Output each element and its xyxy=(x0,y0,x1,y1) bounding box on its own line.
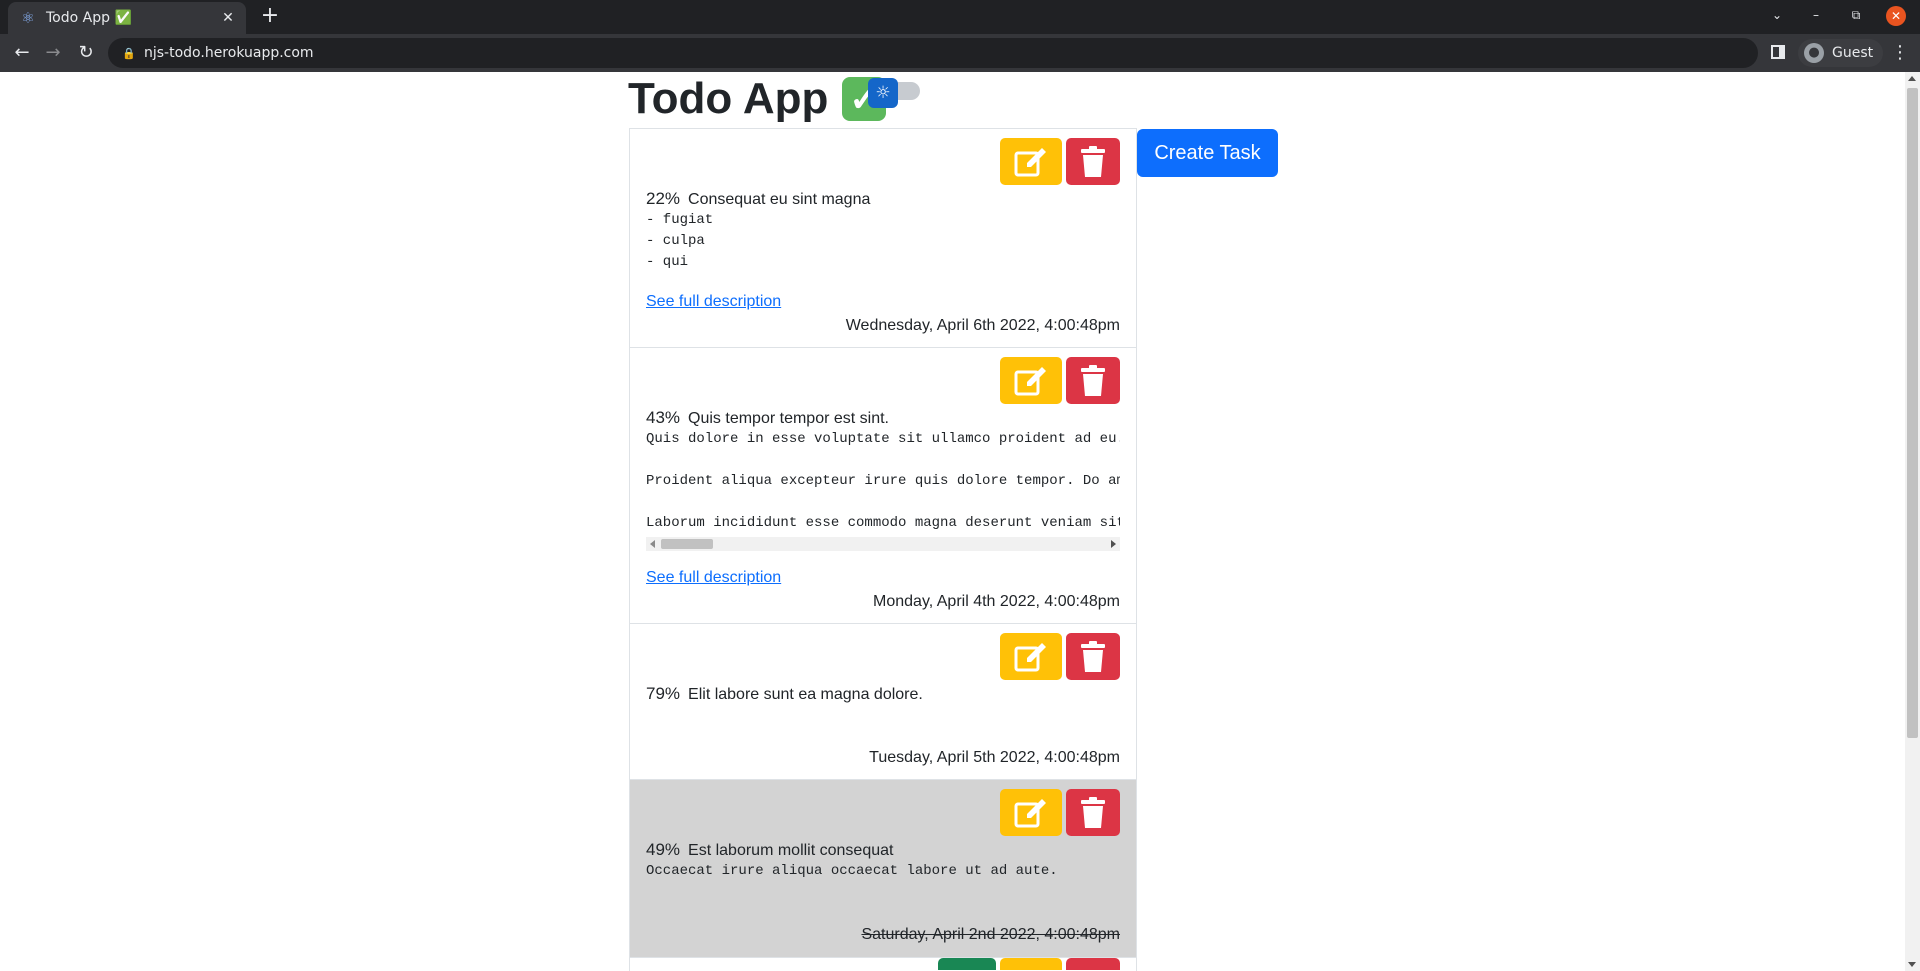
forward-icon[interactable]: → xyxy=(40,40,66,66)
task-date: Tuesday, April 5th 2022, 4:00:48pm xyxy=(869,749,1120,766)
url-text: njs-todo.herokuapp.com xyxy=(144,45,314,61)
task-title: Elit labore sunt ea magna dolore. xyxy=(688,686,923,703)
scroll-right-icon[interactable] xyxy=(1111,540,1116,548)
trash-icon xyxy=(1081,145,1105,177)
task-card: 43% Quis tempor tempor est sint. Quis dol… xyxy=(629,347,1137,623)
task-card: 22% Consequat eu sint magna - fugiat - cu… xyxy=(629,128,1137,347)
scrollbar-thumb[interactable] xyxy=(661,539,713,549)
task-percent: 79% xyxy=(646,684,681,703)
trash-icon xyxy=(1081,364,1105,396)
task-description: Quis dolore in esse voluptate sit ullamc… xyxy=(646,431,1120,531)
theme-toggle[interactable]: ☼ xyxy=(868,78,922,108)
browser-toolbar: ← → ↻ 🔒 njs-todo.herokuapp.com ● Guest ⋮ xyxy=(0,34,1920,72)
task-percent: 22% xyxy=(646,189,681,208)
address-bar[interactable]: 🔒 njs-todo.herokuapp.com xyxy=(108,38,1758,68)
edit-button[interactable] xyxy=(1000,357,1062,404)
edit-icon xyxy=(1014,147,1046,176)
page-scrollbar[interactable] xyxy=(1905,72,1920,971)
task-date: Wednesday, April 6th 2022, 4:00:48pm xyxy=(845,317,1120,334)
tab-search-icon[interactable]: ⌄ xyxy=(1767,8,1787,22)
browser-tab[interactable]: ⚛ Todo App ✅ ✕ xyxy=(8,2,246,34)
task-card xyxy=(629,957,1137,971)
sun-icon[interactable]: ☼ xyxy=(868,78,898,108)
delete-button[interactable] xyxy=(1066,633,1120,680)
task-title: Quis tempor tempor est sint. xyxy=(688,410,889,427)
delete-button[interactable] xyxy=(1066,357,1120,404)
delete-button[interactable] xyxy=(1066,138,1120,185)
side-panel-icon[interactable] xyxy=(1771,45,1785,59)
task-header: 43% Quis tempor tempor est sint. xyxy=(646,408,889,428)
see-full-description-link[interactable]: See full description xyxy=(646,569,781,587)
edit-button[interactable] xyxy=(1000,789,1062,836)
edit-icon xyxy=(1014,798,1046,827)
horizontal-scrollbar[interactable] xyxy=(646,537,1120,551)
task-card-completed: 49% Est laborum mollit consequat Occaecat… xyxy=(629,779,1137,957)
profile-label: Guest xyxy=(1832,45,1874,61)
scroll-left-icon[interactable] xyxy=(650,540,655,548)
tab-title: Todo App ✅ xyxy=(46,10,132,26)
task-percent: 43% xyxy=(646,408,681,427)
scrollbar-thumb[interactable] xyxy=(1907,88,1918,738)
edit-icon xyxy=(1014,366,1046,395)
trash-icon xyxy=(1081,640,1105,672)
task-list: 22% Consequat eu sint magna - fugiat - cu… xyxy=(629,128,1137,971)
task-description: - fugiat - culpa - qui xyxy=(646,212,714,270)
task-header: 22% Consequat eu sint magna xyxy=(646,189,870,209)
complete-button[interactable] xyxy=(938,958,996,970)
task-header: 49% Est laborum mollit consequat xyxy=(646,840,893,860)
task-percent: 49% xyxy=(646,840,681,859)
edit-button[interactable] xyxy=(1000,138,1062,185)
task-header: 79% Elit labore sunt ea magna dolore. xyxy=(646,684,923,704)
close-tab-icon[interactable]: ✕ xyxy=(220,10,236,26)
page-title: Todo App ✓ xyxy=(628,74,887,124)
minimize-icon[interactable]: – xyxy=(1806,8,1826,22)
restore-icon[interactable]: ⧉ xyxy=(1846,8,1866,23)
task-title: Consequat eu sint magna xyxy=(688,191,871,208)
scroll-up-icon[interactable] xyxy=(1908,76,1916,81)
plus-icon[interactable]: + xyxy=(258,5,282,29)
reload-icon[interactable]: ↻ xyxy=(73,40,99,66)
avatar-icon: ● xyxy=(1804,43,1824,63)
task-actions xyxy=(1000,633,1120,680)
window-close-icon[interactable]: ✕ xyxy=(1886,6,1906,26)
app-title-text: Todo App xyxy=(628,74,829,123)
trash-icon xyxy=(1081,796,1105,828)
see-full-description-link[interactable]: See full description xyxy=(646,293,781,311)
browser-tabstrip: ⚛ Todo App ✅ ✕ + ⌄ – ⧉ ✕ xyxy=(0,0,1920,34)
task-actions xyxy=(1000,357,1120,404)
task-actions xyxy=(1000,138,1120,185)
scroll-down-icon[interactable] xyxy=(1908,962,1916,967)
kebab-menu-icon[interactable]: ⋮ xyxy=(1890,40,1910,66)
create-task-button[interactable]: Create Task xyxy=(1137,129,1278,177)
page-viewport: Todo App ✓ ☼ Create Task 22% Consequat e… xyxy=(0,72,1920,971)
edit-button[interactable] xyxy=(1000,633,1062,680)
task-description: Occaecat irure aliqua occaecat labore ut… xyxy=(646,863,1058,879)
edit-button[interactable] xyxy=(1000,958,1062,970)
delete-button[interactable] xyxy=(1066,958,1120,970)
lock-icon: 🔒 xyxy=(122,46,136,60)
edit-icon xyxy=(1014,642,1046,671)
task-date: Monday, April 4th 2022, 4:00:48pm xyxy=(873,593,1120,610)
task-date: Saturday, April 2nd 2022, 4:00:48pm xyxy=(861,926,1120,943)
react-icon: ⚛ xyxy=(21,9,35,27)
task-actions xyxy=(1000,789,1120,836)
task-title: Est laborum mollit consequat xyxy=(688,842,894,859)
profile-button[interactable]: ● Guest xyxy=(1798,39,1884,67)
task-actions xyxy=(938,958,1120,970)
back-icon[interactable]: ← xyxy=(9,40,35,66)
task-card: 79% Elit labore sunt ea magna dolore. Tue… xyxy=(629,623,1137,779)
delete-button[interactable] xyxy=(1066,789,1120,836)
